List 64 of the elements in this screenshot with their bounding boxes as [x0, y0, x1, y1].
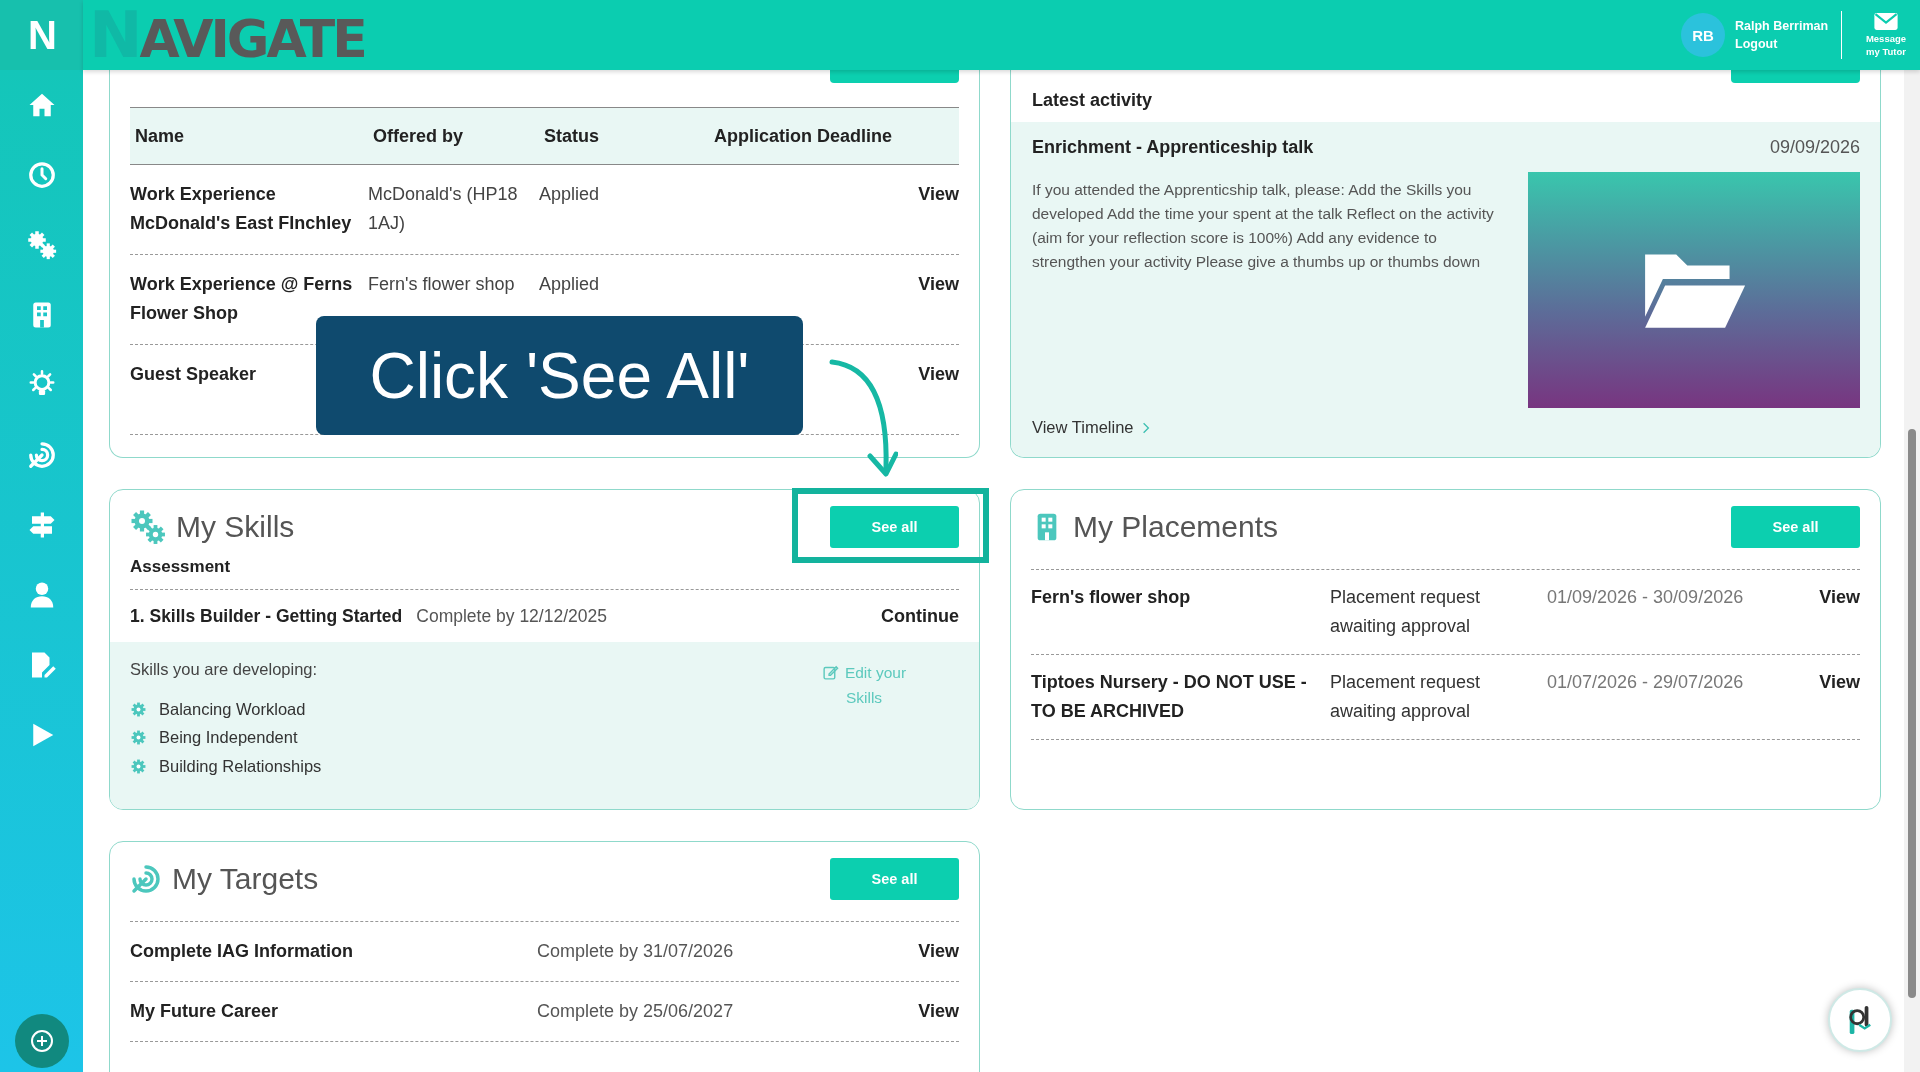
view-link[interactable]: View: [918, 360, 959, 420]
chevron-right-icon: [1141, 421, 1150, 434]
add-button[interactable]: [14, 1014, 69, 1068]
table-cell-text: Tiptoes Nursery - DO NOT USE - TO BE ARCHIVED: [1031, 671, 1308, 723]
user-name: Ralph Berriman: [1735, 19, 1830, 33]
table-cell-text: Placement request awaiting approval: [1330, 671, 1482, 723]
scrollbar-thumb[interactable]: [1908, 429, 1916, 998]
column-header: Application Deadline: [713, 125, 894, 147]
view-link[interactable]: View: [918, 1001, 959, 1022]
activity-title: Enrichment - Apprenticeship talk: [1032, 136, 1314, 158]
table-cell-text: 01/07/2026 - 29/07/2026: [1547, 671, 1745, 694]
table-cell-text: Work Experience McDonald's East FInchley: [130, 183, 353, 235]
action-button[interactable]: [830, 70, 959, 83]
envelope-icon: [1873, 12, 1899, 32]
gears-icon: [26, 230, 57, 260]
table-cell-text: Complete by 31/07/2026: [537, 941, 735, 962]
scrollbar[interactable]: [1904, 70, 1920, 1072]
section-label: Skills you are developing:: [130, 660, 319, 679]
clock-icon: [26, 160, 57, 190]
assistant-logo-icon: [1846, 1004, 1874, 1036]
table-cell-text: Complete IAG Information: [130, 941, 354, 962]
table-cell-text: Guest Speaker: [130, 363, 258, 386]
plus-circle-icon: [29, 1029, 54, 1053]
gear-icon: [130, 729, 147, 747]
table-cell-text: Fern's flower shop: [368, 273, 516, 296]
view-link[interactable]: View: [918, 941, 959, 962]
table-cell-text: My Future Career: [130, 1001, 280, 1022]
target-icon: [130, 863, 162, 895]
column-header: Offered by: [372, 125, 465, 147]
due-date: Complete by 12/12/2025: [416, 605, 607, 627]
column-header: Status: [543, 125, 600, 147]
view-link[interactable]: View: [918, 180, 959, 240]
view-link[interactable]: View: [1819, 583, 1860, 641]
activity-description: If you attended the Apprenticship talk, please: Add the Skills you developed Add the time your spent at the talk Reflect on the activity (aim for your reflection score is 100%) Add any evidence to strengthen your activity Please give a thumbs up or thumbs down: [1032, 180, 1495, 272]
continue-link[interactable]: Continue: [881, 605, 959, 627]
card-title: My Placements: [1073, 510, 1279, 544]
card-title: My Skills: [176, 510, 295, 544]
assessment-name: 1. Skills Builder - Getting Started: [130, 605, 403, 627]
table-cell-text: 01/09/2026 - 30/09/2026: [1547, 586, 1745, 609]
skill-name: Balancing Workload: [159, 699, 306, 719]
table-cell-text: Complete by 25/06/2027: [537, 1001, 735, 1022]
section-label: Assessment: [130, 548, 959, 590]
table-cell-text: Fern's flower shop: [1031, 586, 1192, 609]
card-title: My Targets: [172, 862, 319, 896]
section-label: Latest activity: [1032, 90, 1153, 111]
gears-icon: [130, 509, 166, 545]
skill-name: Building Relationships: [159, 756, 322, 776]
table-cell-text: Placement request awaiting approval: [1330, 586, 1482, 638]
callout-banner: Click 'See All': [316, 316, 803, 435]
view-link[interactable]: View: [1819, 668, 1860, 726]
gear-icon: [130, 700, 147, 718]
activity-date: 09/09/2026: [1769, 135, 1860, 159]
table-cell-text: McDonald's (HP18 1AJ): [368, 183, 519, 235]
view-timeline-link[interactable]: View Timeline: [1032, 418, 1514, 437]
edit-icon: [821, 664, 839, 681]
table-cell-text: Applied: [539, 273, 601, 296]
target-icon: [26, 440, 57, 470]
action-button[interactable]: [1731, 70, 1860, 83]
gear-icon: [130, 757, 147, 775]
column-header: Name: [134, 125, 186, 147]
assistant-button[interactable]: [1828, 988, 1892, 1052]
table-cell-text: Applied: [539, 183, 601, 206]
view-link[interactable]: View: [918, 270, 959, 330]
skill-name: Being Independent: [159, 728, 298, 748]
